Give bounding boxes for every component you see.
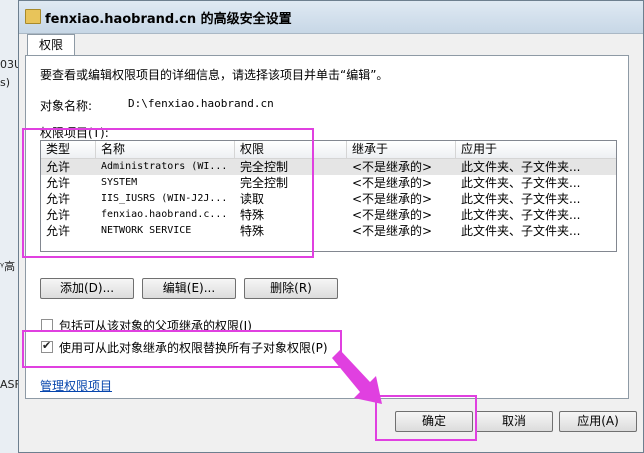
cell-apply-to: 此文件夹、子文件夹... — [461, 208, 581, 222]
cell-apply-to: 此文件夹、子文件夹... — [461, 176, 581, 190]
add-button[interactable]: 添加(D)... — [40, 278, 134, 299]
manage-permissions-link[interactable]: 管理权限项目 — [40, 377, 112, 394]
cell-inherited-from: <不是继承的> — [352, 208, 433, 222]
object-name-label: 对象名称: — [40, 99, 93, 113]
annotation-highlight-ok — [375, 395, 477, 441]
folder-icon — [25, 9, 41, 24]
background-text: ᵞ高 — [0, 260, 16, 273]
arrow-shape — [332, 350, 382, 404]
annotation-arrow — [332, 350, 382, 404]
title-bar[interactable]: fenxiao.haobrand.cn 的高级安全设置 — [19, 1, 643, 34]
background-text: s) — [0, 76, 11, 89]
cell-inherited-from: <不是继承的> — [352, 160, 433, 174]
cancel-button[interactable]: 取消 — [475, 411, 553, 432]
cell-inherited-from: <不是继承的> — [352, 176, 433, 190]
cell-apply-to: 此文件夹、子文件夹... — [461, 224, 581, 238]
description-text: 要查看或编辑权限项目的详细信息，请选择该项目并单击“编辑”。 — [40, 68, 389, 82]
column-header-inherited-from[interactable]: 继承于 — [347, 141, 456, 158]
apply-button[interactable]: 应用(A) — [559, 411, 637, 432]
annotation-highlight-list — [22, 128, 314, 258]
cell-apply-to: 此文件夹、子文件夹... — [461, 192, 581, 206]
dialog-title: fenxiao.haobrand.cn 的高级安全设置 — [45, 12, 292, 27]
tab-permissions[interactable]: 权限 — [27, 34, 75, 56]
object-name-value: D:\fenxiao.haobrand.cn — [128, 97, 274, 110]
cell-apply-to: 此文件夹、子文件夹... — [461, 160, 581, 174]
annotation-highlight-checkbox — [22, 330, 342, 368]
cell-inherited-from: <不是继承的> — [352, 192, 433, 206]
remove-button[interactable]: 删除(R) — [244, 278, 338, 299]
cell-inherited-from: <不是继承的> — [352, 224, 433, 238]
edit-button[interactable]: 编辑(E)... — [142, 278, 236, 299]
column-header-apply-to[interactable]: 应用于 — [456, 141, 616, 158]
